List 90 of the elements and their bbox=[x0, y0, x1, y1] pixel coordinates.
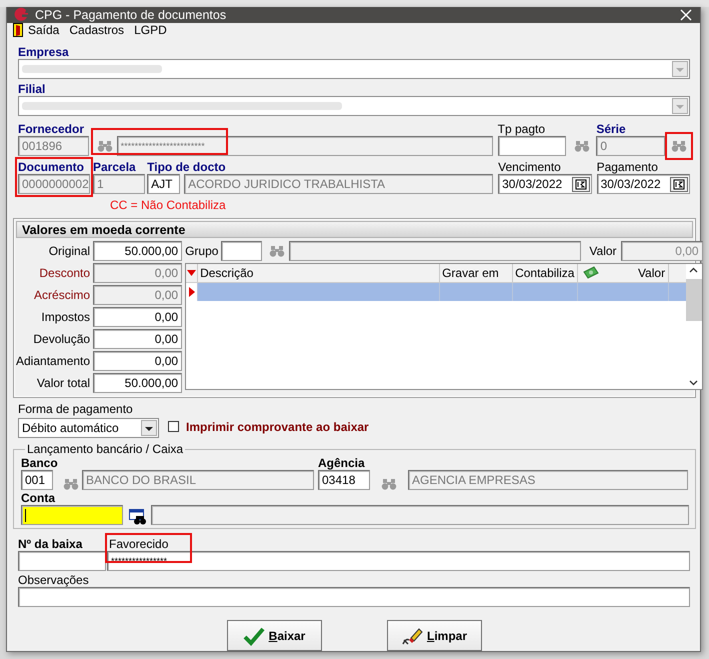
settlement-number-field[interactable] bbox=[18, 551, 106, 571]
field-label: Observações bbox=[18, 573, 90, 587]
field-label: Tipo de docto bbox=[147, 160, 227, 174]
field-label: Série bbox=[596, 122, 627, 136]
field-label: Devolução bbox=[33, 332, 90, 346]
field-label: Impostos bbox=[41, 310, 90, 324]
account-name-field[interactable] bbox=[151, 505, 689, 525]
action-button[interactable]: Baixar bbox=[226, 620, 322, 651]
sort-arrow-icon[interactable] bbox=[187, 270, 196, 276]
payment-type-field[interactable] bbox=[498, 136, 566, 156]
branch-dropdown[interactable] bbox=[18, 96, 690, 116]
scroll-down-icon[interactable] bbox=[689, 380, 698, 386]
installment-field[interactable]: 1 bbox=[93, 174, 146, 194]
doc-type-code-field[interactable]: AJT bbox=[147, 174, 180, 194]
field-label: Parcela bbox=[93, 160, 137, 174]
agency-name-field[interactable]: AGENCIA EMPRESAS bbox=[408, 470, 688, 490]
field-label: Conta bbox=[21, 491, 56, 505]
checkbox[interactable] bbox=[168, 420, 179, 432]
field-label: Acréscimo bbox=[34, 288, 90, 302]
search-icon[interactable] bbox=[96, 140, 113, 152]
calendar-icon[interactable] bbox=[572, 176, 590, 192]
amount-field[interactable]: 0,00 bbox=[93, 329, 182, 349]
field-label: Favorecido bbox=[109, 537, 170, 551]
menu-item[interactable]: LGPD bbox=[132, 23, 175, 37]
payment-method-dropdown[interactable]: Débito automático bbox=[18, 418, 159, 438]
payee-field[interactable]: **************** bbox=[107, 551, 690, 571]
calendar-icon[interactable] bbox=[670, 176, 688, 192]
checkmark-icon bbox=[242, 626, 265, 646]
field-label: Empresa bbox=[18, 45, 70, 59]
logo-icon bbox=[13, 7, 29, 23]
supplier-name-field[interactable]: ************************ bbox=[116, 136, 493, 156]
checkbox-label[interactable]: Imprimir comprovante ao baixar bbox=[186, 420, 369, 434]
bank-code-field[interactable]: 001 bbox=[21, 470, 53, 490]
field-label: Nº da baixa bbox=[18, 537, 84, 551]
field-label: Fornecedor bbox=[18, 122, 86, 136]
supplier-code-field[interactable]: 001896 bbox=[18, 136, 89, 156]
agency-code-field[interactable]: 03418 bbox=[318, 470, 370, 490]
action-button[interactable]: Limpar bbox=[386, 620, 482, 651]
scroll-up-icon[interactable] bbox=[689, 267, 698, 273]
column-header[interactable]: Valor bbox=[578, 264, 670, 282]
group-field[interactable] bbox=[221, 241, 262, 261]
amount-field[interactable]: 50.000,00 bbox=[93, 373, 182, 393]
note-text: CC = Não Contabiliza bbox=[110, 198, 227, 212]
document-field[interactable]: 0000000002 bbox=[18, 174, 90, 194]
doc-type-field[interactable]: ACORDO JURIDICO TRABALHISTA bbox=[184, 174, 494, 194]
search-icon[interactable] bbox=[269, 245, 286, 257]
door-icon bbox=[13, 23, 23, 37]
amount-field[interactable]: 0,00 bbox=[93, 351, 182, 371]
field-label: Valor total bbox=[36, 376, 90, 390]
field-label: Vencimento bbox=[498, 160, 562, 174]
row-pointer-icon bbox=[188, 287, 195, 297]
field-label: Grupo bbox=[185, 244, 218, 258]
field-label: Banco bbox=[21, 456, 59, 470]
close-icon[interactable] bbox=[680, 9, 692, 21]
field-label: Filial bbox=[18, 82, 46, 96]
account-search-icon[interactable] bbox=[129, 509, 147, 525]
notes-field[interactable] bbox=[18, 587, 690, 607]
search-icon[interactable] bbox=[63, 478, 79, 490]
menu-item[interactable]: Cadastros bbox=[67, 23, 132, 37]
eraser-icon bbox=[400, 626, 423, 646]
payment-date-field[interactable]: 30/03/2022 bbox=[596, 174, 690, 194]
search-icon[interactable] bbox=[574, 140, 590, 152]
account-field[interactable] bbox=[21, 505, 123, 525]
column-header[interactable]: Gravar em bbox=[440, 264, 514, 282]
field-label: Adiantamento bbox=[16, 354, 90, 368]
amount-field[interactable]: 50.000,00 bbox=[93, 241, 182, 261]
series-field[interactable]: 0 bbox=[596, 136, 665, 156]
panel-title: Lançamento bancário / Caixa bbox=[27, 442, 184, 456]
company-dropdown[interactable] bbox=[18, 59, 690, 79]
window-title: CPG - Pagamento de documentos bbox=[35, 8, 228, 22]
field-label: Original bbox=[48, 244, 90, 258]
field-label: Desconto bbox=[39, 266, 90, 280]
field-label: Forma de pagamento bbox=[18, 402, 134, 416]
amount-field[interactable]: 0,00 bbox=[93, 307, 182, 327]
search-icon bbox=[670, 140, 687, 152]
banknote-icon bbox=[582, 266, 600, 280]
column-header[interactable]: Contabiliza bbox=[513, 264, 578, 282]
group-name-field[interactable] bbox=[289, 241, 582, 261]
search-button[interactable] bbox=[668, 135, 690, 157]
panel-title: Valores em moeda corrente bbox=[22, 222, 186, 236]
menu-item[interactable]: Saída bbox=[11, 23, 68, 37]
search-icon[interactable] bbox=[381, 478, 397, 490]
due-date-field[interactable]: 30/03/2022 bbox=[498, 174, 592, 194]
column-header[interactable]: Descrição bbox=[198, 264, 440, 282]
field-label: Pagamento bbox=[596, 160, 659, 174]
field-label: Valor bbox=[589, 244, 617, 258]
field-label: Tp pagto bbox=[498, 122, 546, 136]
bank-name-field[interactable]: BANCO DO BRASIL bbox=[82, 470, 314, 490]
field-label: Agência bbox=[318, 456, 366, 470]
field-label: Documento bbox=[18, 160, 85, 174]
